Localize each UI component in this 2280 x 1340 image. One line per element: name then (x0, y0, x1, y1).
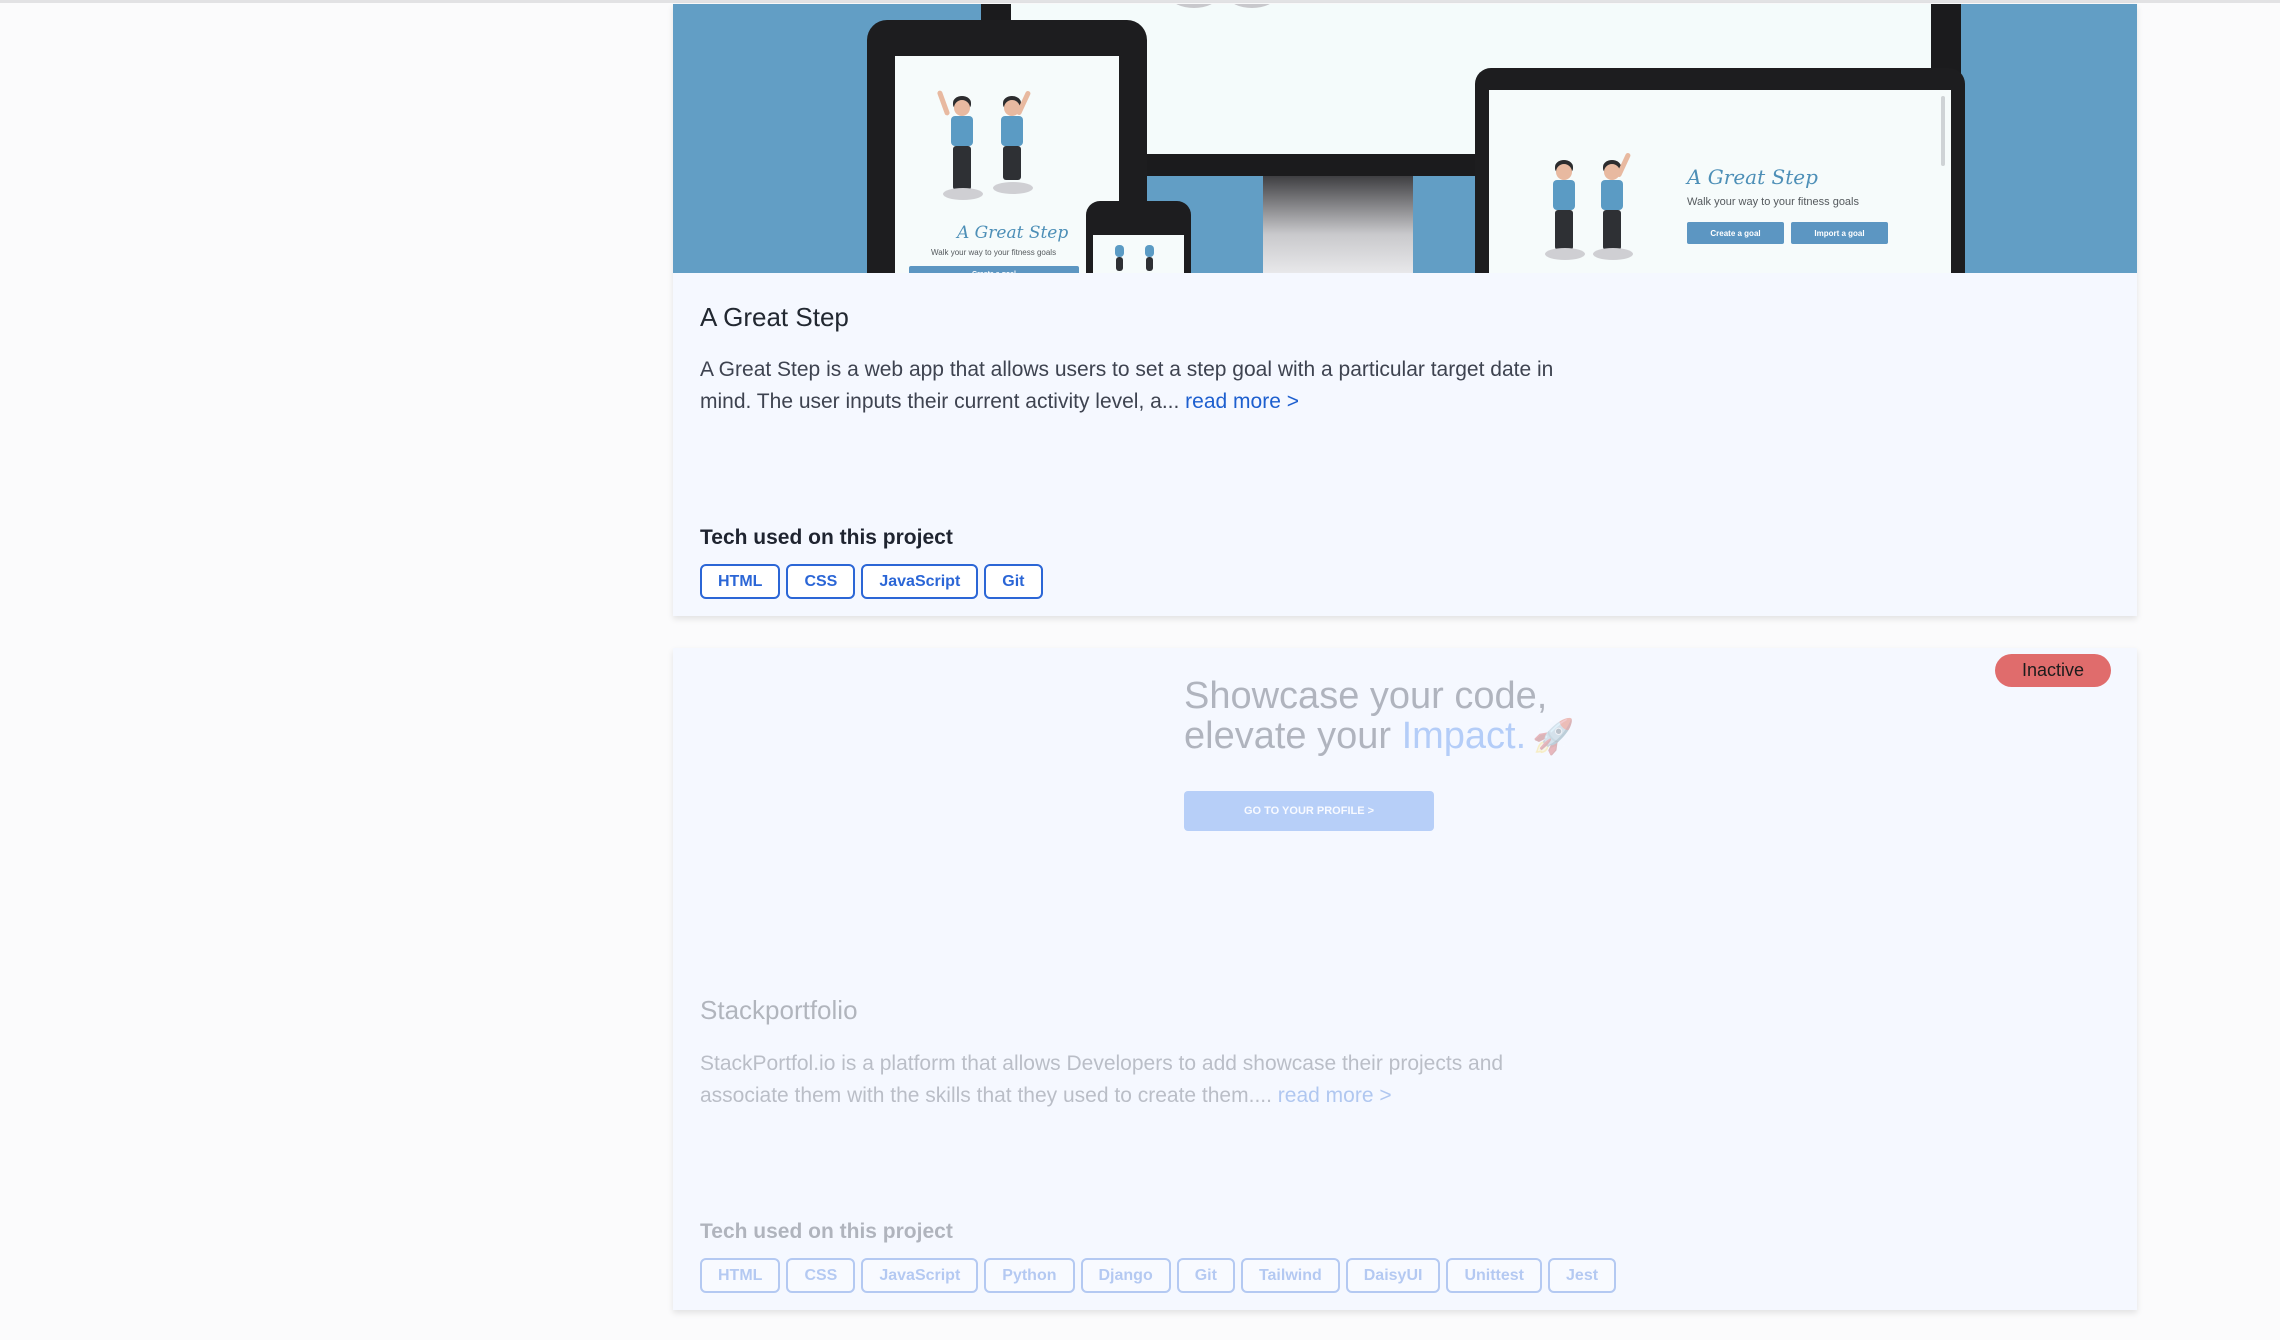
phone-mockup (1086, 201, 1191, 273)
hero-headline-accent: Impact. (1401, 715, 1527, 757)
read-more-link[interactable]: read more > (1185, 390, 1299, 413)
project-description: StackPortfol.io is a platform that allow… (700, 1048, 1580, 1112)
tech-tag-list: HTML CSS JavaScript Python Django Git Ta… (700, 1258, 1617, 1293)
hero-import-goal-button-laptop: Import a goal (1791, 222, 1888, 244)
laptop-mockup: A Great Step Walk your way to your fitne… (1475, 68, 1965, 273)
tech-tag-django[interactable]: Django (1080, 1258, 1171, 1293)
hero-headline: Showcase your code, elevate your Impact.… (1184, 676, 1575, 757)
tech-tag-javascript[interactable]: JavaScript (861, 564, 979, 599)
rocket-icon: 🚀 (1532, 718, 1575, 756)
top-divider (0, 0, 2280, 3)
hero-headline-line1: Showcase your code, (1184, 675, 1548, 717)
hero-app-subtitle: Walk your way to your fitness goals (931, 248, 1057, 257)
monitor-stand (1263, 176, 1413, 273)
tech-tag-git[interactable]: Git (984, 564, 1043, 599)
tech-tag-javascript[interactable]: JavaScript (861, 1258, 979, 1293)
project-card-a-great-step[interactable]: A Great Step Walk your way to your fitne… (673, 4, 2137, 616)
project-description: A Great Step is a web app that allows us… (700, 354, 1580, 418)
tech-tag-css[interactable]: CSS (786, 1258, 856, 1293)
tech-tag-git[interactable]: Git (1176, 1258, 1235, 1293)
hero-app-title-laptop: A Great Step (1687, 165, 1818, 189)
project-screenshot: A Great Step Walk your way to your fitne… (673, 4, 2137, 273)
project-title: Stackportfolio (700, 995, 858, 1025)
status-badge: Inactive (1994, 654, 2111, 687)
tech-tag-css[interactable]: CSS (786, 564, 856, 599)
project-card-stackportfolio[interactable]: Inactive Showcase your code, elevate you… (673, 648, 2137, 1310)
project-description-text: A Great Step is a web app that allows us… (700, 358, 1554, 413)
tech-tag-html[interactable]: HTML (700, 1258, 781, 1293)
hero-create-goal-button: Create a goal (909, 266, 1079, 273)
tech-tag-python[interactable]: Python (984, 1258, 1075, 1293)
tech-tag-unittest[interactable]: Unittest (1446, 1258, 1543, 1293)
hero-app-subtitle-laptop: Walk your way to your fitness goals (1687, 196, 1859, 208)
tech-heading: Tech used on this project (700, 526, 953, 549)
read-more-link[interactable]: read more > (1278, 1084, 1392, 1107)
hero-headline-line2: elevate your (1184, 715, 1402, 757)
hero-create-goal-button-laptop: Create a goal (1687, 222, 1784, 244)
tech-tag-list: HTML CSS JavaScript Git (700, 564, 1043, 599)
tech-tag-html[interactable]: HTML (700, 564, 781, 599)
tech-tag-daisyui[interactable]: DaisyUI (1345, 1258, 1441, 1293)
tech-tag-tailwind[interactable]: Tailwind (1240, 1258, 1340, 1293)
tech-tag-jest[interactable]: Jest (1548, 1258, 1617, 1293)
project-title: A Great Step (700, 302, 849, 332)
go-to-profile-button: GO TO YOUR PROFILE > (1184, 791, 1434, 831)
hero-app-title: A Great Step (957, 223, 1069, 243)
tech-heading: Tech used on this project (700, 1220, 953, 1243)
